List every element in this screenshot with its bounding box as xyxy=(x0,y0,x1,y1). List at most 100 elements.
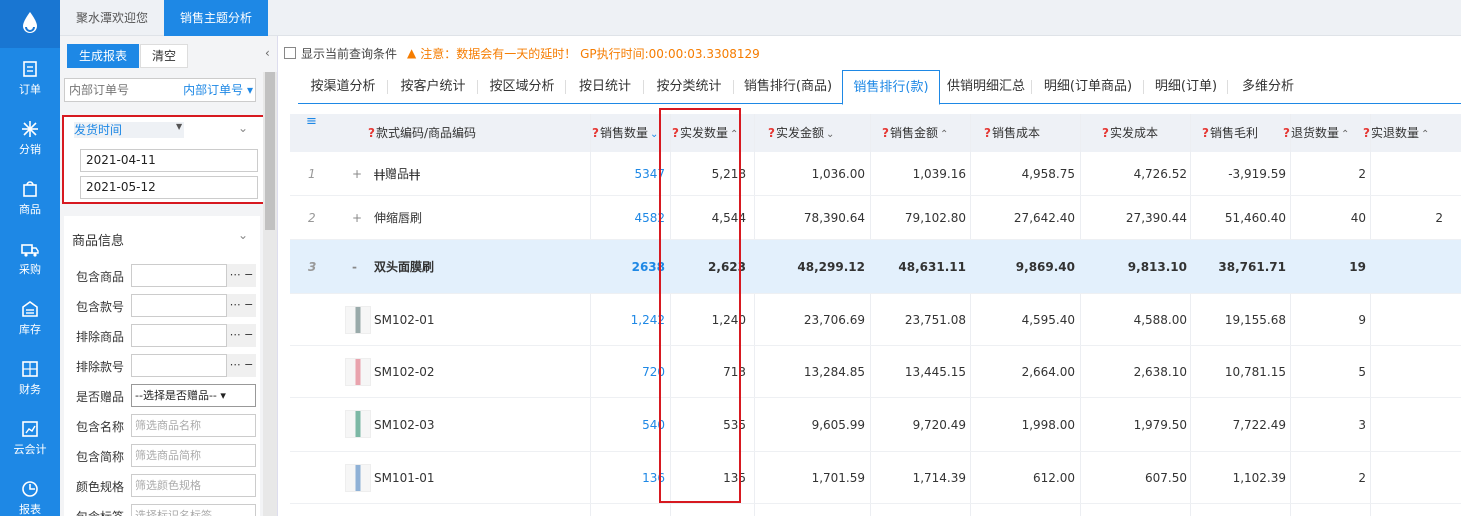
help-icon[interactable]: ? xyxy=(882,126,889,140)
sales-qty-cell[interactable]: 4582 xyxy=(595,196,665,239)
left-nav-rail: 订单分销商品 采购 库存 财务 云会计 报表 xyxy=(0,0,60,516)
clear-button[interactable]: 清空 xyxy=(140,44,188,68)
help-icon[interactable]: ? xyxy=(768,126,775,140)
more-remove-buttons[interactable]: ⋯ − xyxy=(226,294,256,317)
nav-item-4[interactable]: 库存 xyxy=(0,288,60,348)
sales-qty-cell[interactable]: 136 xyxy=(595,452,665,503)
more-remove-buttons[interactable]: ⋯ − xyxy=(226,324,256,347)
date-type-select[interactable]: 发货时间 xyxy=(74,122,184,138)
table-row[interactable]: 1 + ǂǂ赠品ǂǂ 5347 5,218 1,036.00 1,039.16 4,958.7… xyxy=(290,152,1461,196)
filter-input[interactable]: 筛选颜色规格 xyxy=(131,474,256,497)
sales-qty-cell[interactable]: 540 xyxy=(595,398,665,451)
column-header[interactable]: ?实退数量 ⌃ xyxy=(1363,114,1429,152)
help-icon[interactable]: ? xyxy=(984,126,991,140)
help-icon[interactable]: ? xyxy=(1363,126,1370,140)
sales-qty-cell[interactable]: 1,242 xyxy=(595,294,665,345)
show-conditions-checkbox[interactable] xyxy=(284,47,296,59)
nav-item-0[interactable]: 订单 xyxy=(0,48,60,108)
table-row[interactable]: SM102-02 720 713 13,284.85 13,445.15 2,664.00… xyxy=(290,346,1461,398)
date-from-input[interactable]: 2021-04-11 xyxy=(80,149,258,172)
column-label: 销售毛利 xyxy=(1209,126,1258,140)
column-header[interactable]: ?退货数量 ⌃ xyxy=(1283,114,1349,152)
subtab-8[interactable]: 明细(订单商品) xyxy=(1032,70,1144,104)
expand-toggle[interactable]: + xyxy=(352,152,362,195)
more-remove-buttons[interactable]: ⋯ − xyxy=(226,264,256,287)
subtab-7[interactable]: 供销明细汇总 xyxy=(940,70,1032,104)
subtab-6[interactable]: 销售排行(款) xyxy=(842,70,940,105)
nav-item-7[interactable]: 报表 xyxy=(0,468,60,516)
subtab-0[interactable]: 按渠道分析 xyxy=(298,70,388,104)
sort-asc-icon[interactable]: ⌃ xyxy=(1341,129,1349,140)
sales-amt-cell: 23,751.08 xyxy=(904,312,966,327)
nav-label: 分销 xyxy=(19,142,41,156)
subtab-2[interactable]: 按区域分析 xyxy=(478,70,566,104)
table-row[interactable]: SM102-01 1,242 1,240 23,706.69 23,751.08 4,59… xyxy=(290,294,1461,346)
subtab-1[interactable]: 按客户统计 xyxy=(388,70,478,104)
nav-item-3[interactable]: 采购 xyxy=(0,228,60,288)
subtab-9[interactable]: 明细(订单) xyxy=(1144,70,1228,104)
nav-item-2[interactable]: 商品 xyxy=(0,168,60,228)
order-type-select[interactable]: 内部订单号 ▾ xyxy=(183,79,253,101)
help-icon[interactable]: ? xyxy=(1202,126,1209,140)
filter-input[interactable]: 筛选商品简称 xyxy=(131,444,256,467)
generate-report-button[interactable]: 生成报表 xyxy=(67,44,139,68)
sales-amt-cell: 9,720.49 xyxy=(912,417,966,432)
help-icon[interactable]: ? xyxy=(1102,126,1109,140)
column-menu-icon[interactable]: ≡ xyxy=(306,114,317,129)
subtab-10[interactable]: 多维分析 xyxy=(1228,70,1308,104)
sku-code: SM101-01 xyxy=(374,470,435,485)
app-logo[interactable] xyxy=(0,0,60,48)
panel-scrollbar[interactable] xyxy=(263,72,277,516)
sort-asc-icon[interactable]: ⌃ xyxy=(1421,129,1429,140)
sales-qty-cell[interactable]: 2638 xyxy=(595,240,665,293)
nav-item-1[interactable]: 分销 xyxy=(0,108,60,168)
filter-input[interactable]: 筛选商品名称 xyxy=(131,414,256,437)
date-to-input[interactable]: 2021-05-12 xyxy=(80,176,258,199)
expand-toggle[interactable]: + xyxy=(352,196,362,239)
expand-toggle[interactable]: - xyxy=(352,240,357,293)
product-thumbnail[interactable] xyxy=(345,464,371,492)
table-row[interactable]: 2 + 伸缩唇刷 4582 4,544 78,390.64 79,102.80 27,642.… xyxy=(290,196,1461,240)
sort-asc-icon[interactable]: ⌃ xyxy=(940,129,948,140)
gift-select[interactable]: --选择是否赠品-- ▾ xyxy=(131,384,256,407)
nav-item-5[interactable]: 财务 xyxy=(0,348,60,408)
column-header[interactable]: ?销售金额 ⌃ xyxy=(882,114,948,152)
help-icon[interactable]: ? xyxy=(592,126,599,140)
sales-qty-cell[interactable]: 5347 xyxy=(595,152,665,195)
product-thumbnail[interactable] xyxy=(345,410,371,438)
sales-qty-cell[interactable]: 720 xyxy=(595,346,665,397)
collapse-panel-icon[interactable]: ‹ xyxy=(265,46,270,60)
chevron-down-icon[interactable]: ⌄ xyxy=(238,228,248,242)
scrollbar-thumb[interactable] xyxy=(265,72,275,230)
nav-item-6[interactable]: 云会计 xyxy=(0,408,60,468)
filter-input[interactable]: 选择标识名标签 xyxy=(131,504,256,516)
order-number-input[interactable] xyxy=(65,79,177,101)
more-remove-buttons[interactable]: ⋯ − xyxy=(226,354,256,377)
table-row[interactable]: SM101-01 136 135 1,701.59 1,714.39 612.00 607.… xyxy=(290,452,1461,504)
column-header[interactable]: ?款式编码/商品编码 xyxy=(368,114,476,152)
product-thumbnail[interactable] xyxy=(345,358,371,386)
sales-amt-cell: 79,102.80 xyxy=(904,210,966,225)
help-icon[interactable]: ? xyxy=(368,126,375,140)
column-header[interactable]: ?实发成本 xyxy=(1102,114,1158,152)
sort-desc-icon[interactable]: ⌄ xyxy=(826,129,834,140)
subtab-3[interactable]: 按日统计 xyxy=(566,70,644,104)
tab-welcome[interactable]: 聚水潭欢迎您 xyxy=(60,0,164,36)
filter-label: 包含款号 xyxy=(76,300,125,314)
tab-sales-analysis[interactable]: 销售主题分析 xyxy=(164,0,269,36)
column-header[interactable]: ?销售数量 ⌄ xyxy=(592,114,658,152)
product-info-title[interactable]: 商品信息 xyxy=(72,230,124,249)
column-header[interactable]: ?销售毛利 xyxy=(1202,114,1258,152)
help-icon[interactable]: ? xyxy=(1283,126,1290,140)
table-row[interactable]: 3- 双头面膜刷 2638 2,623 48,299.12 48,631.11 9,869.… xyxy=(290,240,1461,294)
column-header[interactable]: ?实发金额 ⌄ xyxy=(768,114,834,152)
top-tab-bar: 聚水潭欢迎您 销售主题分析 xyxy=(60,0,1461,36)
column-header[interactable]: ?销售成本 xyxy=(984,114,1040,152)
subtab-5[interactable]: 销售排行(商品) xyxy=(734,70,842,104)
subtab-4[interactable]: 按分类统计 xyxy=(644,70,734,104)
product-thumbnail[interactable] xyxy=(345,306,371,334)
chevron-down-icon[interactable]: ⌄ xyxy=(238,121,248,135)
show-conditions-label[interactable]: 显示当前查询条件 xyxy=(301,45,397,62)
table-row[interactable]: SM102-03 540 535 9,605.99 9,720.49 1,998.00 1,… xyxy=(290,398,1461,452)
sort-desc-icon[interactable]: ⌄ xyxy=(650,129,658,140)
